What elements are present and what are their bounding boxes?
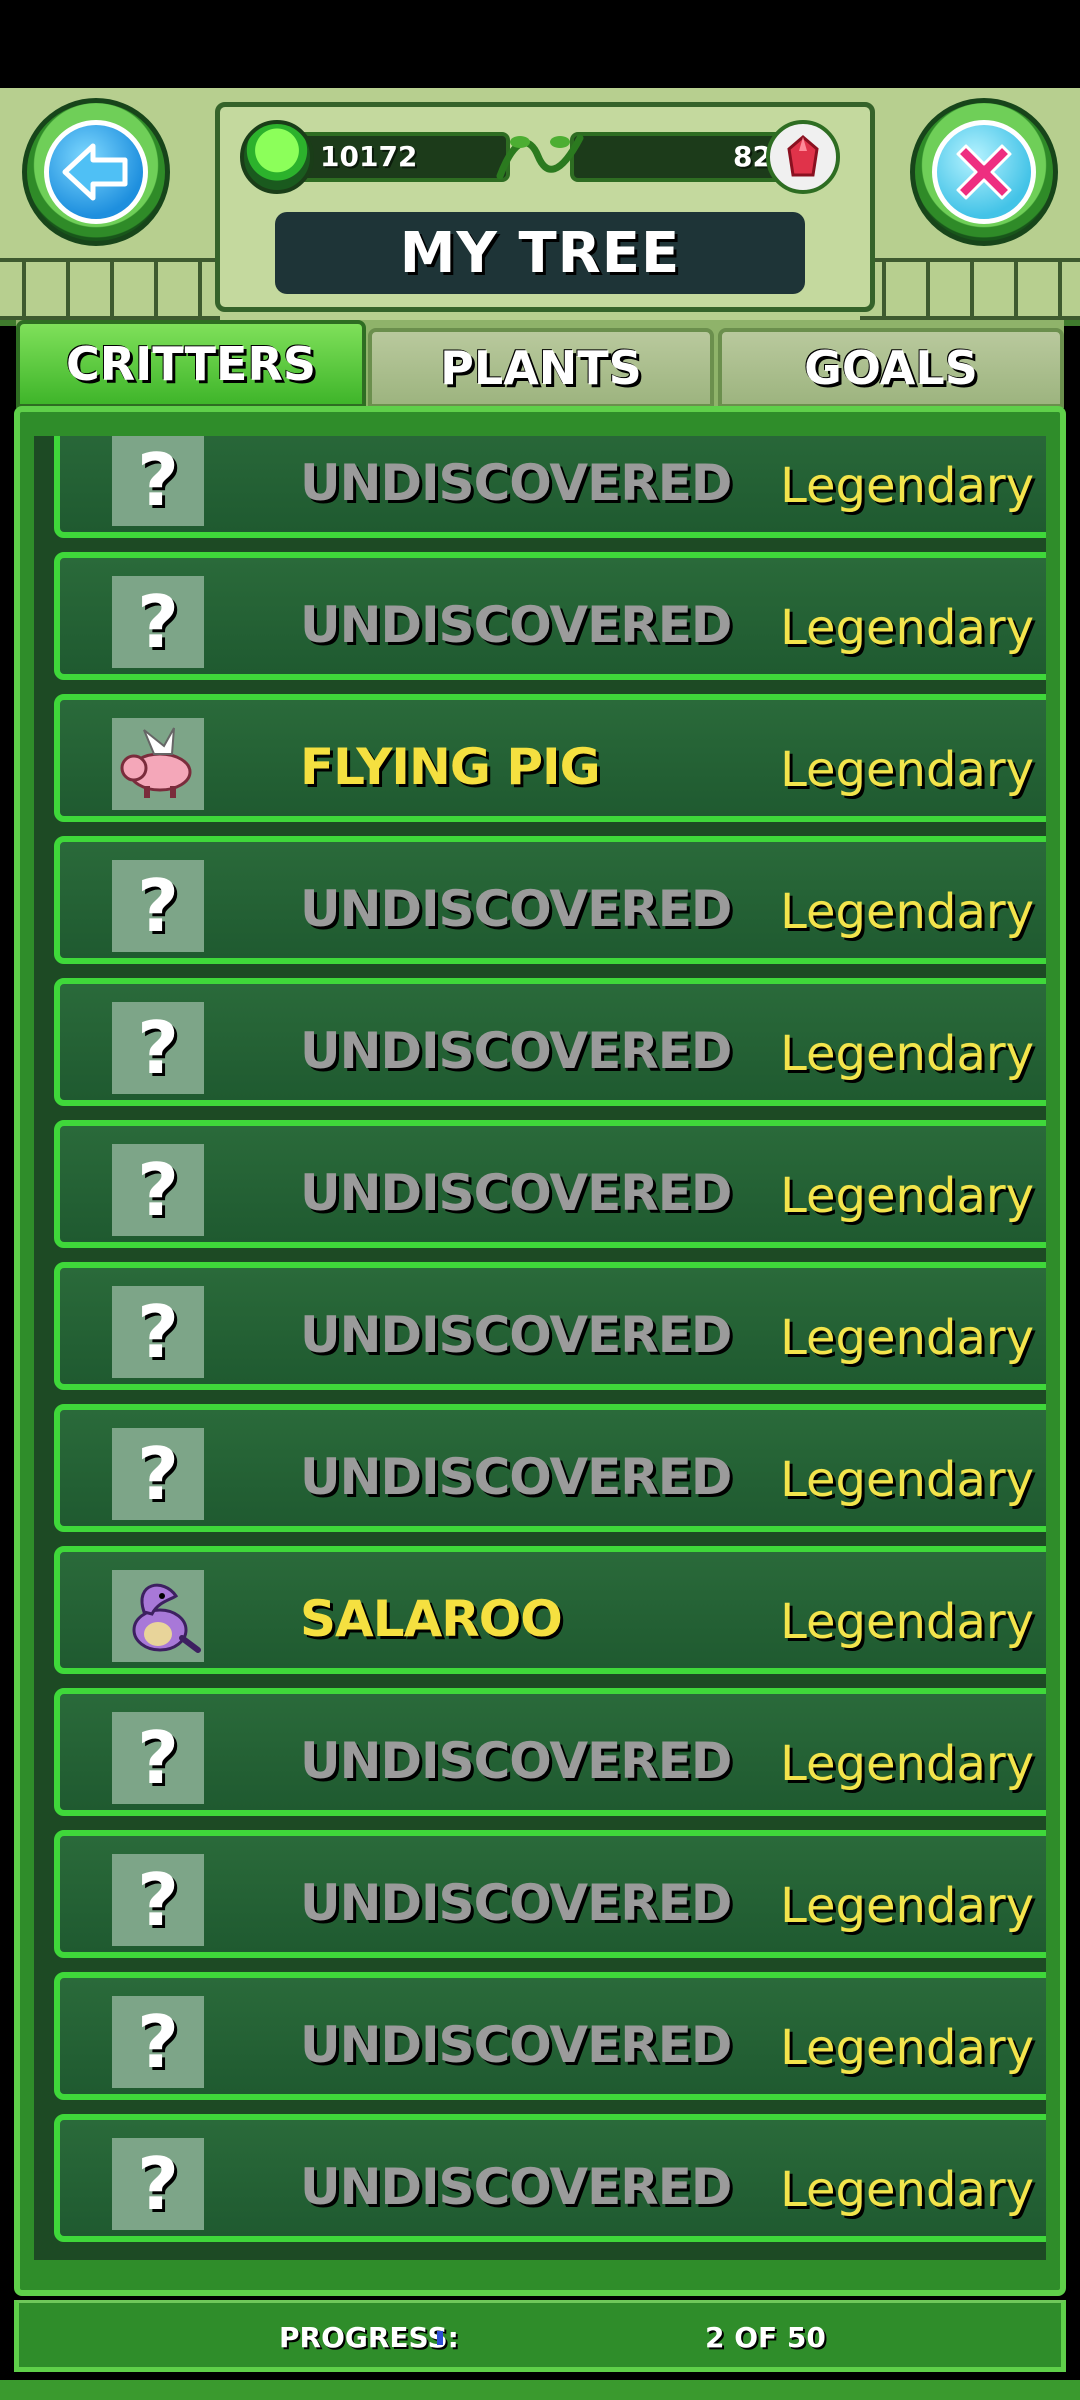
critter-name: UNDISCOVERED [300,596,732,654]
critter-rarity: Legendary [780,2020,1034,2076]
critter-rarity: Legendary [780,742,1034,798]
critter-name: UNDISCOVERED [300,2158,732,2216]
question-mark-icon: ? [112,1854,204,1946]
critter-name: UNDISCOVERED [300,454,732,512]
tab-label: PLANTS [440,341,642,395]
back-button[interactable] [22,98,170,246]
critter-name: SALAROO [300,1590,563,1648]
critter-name: UNDISCOVERED [300,1874,732,1932]
tab-label: GOALS [804,341,978,395]
fence-decoration-right [860,258,1080,320]
critter-rarity: Legendary [780,1452,1034,1508]
salaroo-icon [112,1570,204,1662]
critter-row[interactable]: FLYING PIG Legendary [54,694,1046,822]
question-mark-icon: ? [112,1286,204,1378]
progress-label: PROGRESS: [279,2321,459,2354]
tab-goals[interactable]: GOALS [718,328,1064,408]
vine-icon [496,134,584,180]
coin-count: 10172 [320,140,418,173]
progress-count: 2 OF 50 [705,2321,826,2354]
critter-name: UNDISCOVERED [300,880,732,938]
critter-rarity: Legendary [780,1310,1034,1366]
header: 10172 82 MY TREE [0,88,1080,326]
tab-plants[interactable]: PLANTS [368,328,714,408]
progress-fill [437,2331,444,2345]
question-mark-icon: ? [112,1002,204,1094]
critter-row[interactable]: ? UNDISCOVERED Legendary [54,552,1046,680]
page-title: MY TREE [399,220,681,286]
critter-name: UNDISCOVERED [300,1022,732,1080]
flying-pig-icon [112,718,204,810]
critter-row[interactable]: SALAROO Legendary [54,1546,1046,1674]
critter-rarity: Legendary [780,1168,1034,1224]
critter-row[interactable]: ? UNDISCOVERED Legendary [54,836,1046,964]
critter-rarity: Legendary [780,1878,1034,1934]
tab-label: CRITTERS [65,337,317,391]
critter-list-panel: ? UNDISCOVERED Legendary? UNDISCOVERED Legen… [14,406,1066,2296]
critter-name: UNDISCOVERED [300,2016,732,2074]
question-mark-icon: ? [112,1996,204,2088]
close-icon [932,120,1036,224]
critter-row[interactable]: ? UNDISCOVERED Legendary [54,1120,1046,1248]
currency-bar: 10172 82 [240,120,840,194]
back-arrow-icon [44,120,148,224]
critter-rarity: Legendary [780,1736,1034,1792]
critter-name: UNDISCOVERED [300,1306,732,1364]
question-mark-icon: ? [112,1144,204,1236]
page-title-box: MY TREE [275,212,805,294]
tab-bar: CRITTERS PLANTS GOALS [16,320,1064,408]
progress-bar [437,2331,597,2345]
critter-rarity: Legendary [780,600,1034,656]
green-gem-icon [240,120,314,194]
question-mark-icon: ? [112,860,204,952]
close-button[interactable] [910,98,1058,246]
fence-decoration-left [0,258,220,320]
progress-footer: PROGRESS: 2 OF 50 [14,2300,1066,2372]
question-mark-icon: ? [112,436,204,526]
question-mark-icon: ? [112,2138,204,2230]
critter-name: UNDISCOVERED [300,1164,732,1222]
critter-name: UNDISCOVERED [300,1448,732,1506]
critter-list[interactable]: ? UNDISCOVERED Legendary? UNDISCOVERED Legen… [34,436,1046,2260]
tab-critters[interactable]: CRITTERS [16,320,366,408]
critter-row[interactable]: ? UNDISCOVERED Legendary [54,436,1046,538]
critter-rarity: Legendary [780,458,1034,514]
question-mark-icon: ? [112,1712,204,1804]
bottom-edge [0,2380,1080,2400]
critter-rarity: Legendary [780,2162,1034,2218]
critter-rarity: Legendary [780,1594,1034,1650]
status-bar [0,0,1080,88]
critter-row[interactable]: ? UNDISCOVERED Legendary [54,1688,1046,1816]
critter-rarity: Legendary [780,1026,1034,1082]
critter-row[interactable]: ? UNDISCOVERED Legendary [54,978,1046,1106]
critter-rarity: Legendary [780,884,1034,940]
critter-row[interactable]: ? UNDISCOVERED Legendary [54,1972,1046,2100]
question-mark-icon: ? [112,1428,204,1520]
critter-name: FLYING PIG [300,738,601,796]
critter-row[interactable]: ? UNDISCOVERED Legendary [54,1830,1046,1958]
critter-row[interactable]: ? UNDISCOVERED Legendary [54,2114,1046,2242]
question-mark-icon: ? [112,576,204,668]
critter-row[interactable]: ? UNDISCOVERED Legendary [54,1404,1046,1532]
critter-row[interactable]: ? UNDISCOVERED Legendary [54,1262,1046,1390]
red-crystal-icon [766,120,840,194]
critter-name: UNDISCOVERED [300,1732,732,1790]
